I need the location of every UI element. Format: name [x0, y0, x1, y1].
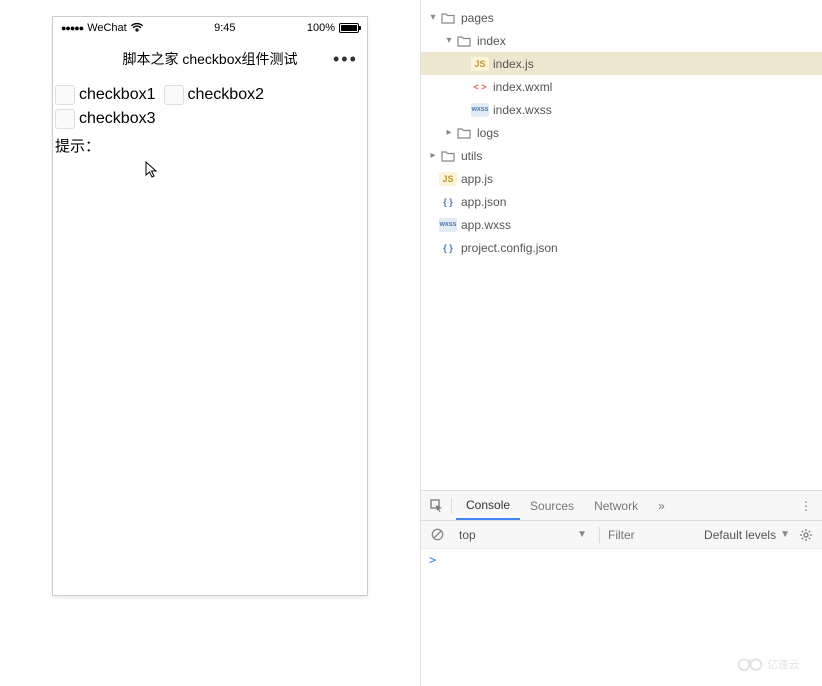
log-levels-label: Default levels [704, 528, 776, 542]
signal-dots-icon [61, 22, 83, 34]
checkbox-box[interactable] [164, 85, 184, 105]
json-icon: { } [439, 241, 457, 255]
folder-icon [439, 11, 457, 25]
filter-input[interactable] [606, 527, 698, 543]
folder-icon [455, 126, 473, 140]
svg-text:亿速云: 亿速云 [767, 658, 799, 671]
checkbox-label: checkbox1 [79, 86, 156, 104]
battery-icon [339, 23, 359, 33]
chevron-down-icon: ▼ [577, 529, 587, 540]
tree-file[interactable]: { } project.config.json [421, 236, 822, 259]
status-bar-right: 100% [307, 22, 359, 34]
tree-file[interactable]: JS index.js [421, 52, 822, 75]
wxss-icon: wxss [439, 218, 457, 232]
chevron-down-icon[interactable]: ▾ [443, 35, 455, 46]
chevron-down-icon: ▼ [780, 529, 790, 540]
app-root: WeChat 9:45 100% 脚本之家 checkbox组件测试 ••• c… [0, 0, 822, 686]
devtools-tab-console[interactable]: Console [456, 491, 520, 520]
tree-folder[interactable]: ▸ logs [421, 121, 822, 144]
checkbox-item[interactable]: checkbox1 [55, 85, 156, 105]
devtools-tabs: ConsoleSourcesNetwork » ⋮ [421, 491, 822, 521]
watermark-logo: 亿速云 [734, 648, 814, 678]
js-icon: JS [439, 172, 457, 186]
nav-more-button[interactable]: ••• [333, 49, 357, 70]
nav-bar: 脚本之家 checkbox组件测试 ••• [53, 37, 367, 81]
checkbox-item[interactable]: checkbox3 [55, 109, 156, 129]
simulator-device: WeChat 9:45 100% 脚本之家 checkbox组件测试 ••• c… [52, 16, 368, 596]
context-select-value: top [459, 528, 476, 542]
status-bar-left: WeChat [61, 22, 143, 35]
divider [451, 498, 452, 514]
inspect-icon[interactable] [427, 499, 447, 513]
tree-file[interactable]: { } app.json [421, 190, 822, 213]
devtools-tab-network[interactable]: Network [584, 491, 648, 520]
file-name: app.json [461, 195, 506, 209]
checkbox-group: checkbox1 checkbox2 checkbox3 [55, 85, 365, 133]
console-toolbar: top ▼ Default levels ▼ [421, 521, 822, 549]
status-bar: WeChat 9:45 100% [53, 17, 367, 37]
file-name: index.wxml [493, 80, 552, 94]
tree-file[interactable]: JS app.js [421, 167, 822, 190]
file-name: project.config.json [461, 241, 558, 255]
checkbox-box[interactable] [55, 109, 75, 129]
file-name: logs [477, 126, 499, 140]
status-bar-time: 9:45 [143, 22, 307, 34]
checkbox-label: checkbox2 [188, 86, 265, 104]
checkbox-item[interactable]: checkbox2 [164, 85, 265, 105]
checkbox-label: checkbox3 [79, 110, 156, 128]
chevron-right-icon[interactable]: ▸ [443, 127, 455, 138]
wifi-icon [131, 22, 143, 35]
simulator-column: WeChat 9:45 100% 脚本之家 checkbox组件测试 ••• c… [0, 0, 420, 686]
json-icon: { } [439, 195, 457, 209]
settings-gear-icon[interactable] [796, 528, 816, 542]
file-name: index.wxss [493, 103, 552, 117]
checkbox-box[interactable] [55, 85, 75, 105]
js-icon: JS [471, 57, 489, 71]
log-levels-select[interactable]: Default levels ▼ [704, 528, 790, 542]
file-name: utils [461, 149, 482, 163]
tree-file[interactable]: wxss index.wxss [421, 98, 822, 121]
devtools-more-icon[interactable]: ⋮ [796, 499, 816, 513]
clear-console-icon[interactable] [427, 528, 447, 541]
cursor-icon [145, 161, 159, 182]
file-name: index.js [493, 57, 534, 71]
nav-title: 脚本之家 checkbox组件测试 [87, 49, 333, 69]
tip-label: 提示： [55, 135, 365, 156]
ide-column: ▾pages▾indexJSindex.js< >index.wxmlwxssi… [420, 0, 822, 686]
folder-icon [439, 149, 457, 163]
tree-folder[interactable]: ▸ utils [421, 144, 822, 167]
page-content: checkbox1 checkbox2 checkbox3 提示： [53, 81, 367, 595]
tree-folder[interactable]: ▾ pages [421, 6, 822, 29]
tree-folder[interactable]: ▾ index [421, 29, 822, 52]
chevron-down-icon[interactable]: ▾ [427, 12, 439, 23]
divider [599, 527, 600, 543]
file-name: app.wxss [461, 218, 511, 232]
file-name: app.js [461, 172, 493, 186]
wxss-icon: wxss [471, 103, 489, 117]
filter-field[interactable] [606, 527, 698, 543]
folder-icon [455, 34, 473, 48]
tree-file[interactable]: wxss app.wxss [421, 213, 822, 236]
devtools-tab-sources[interactable]: Sources [520, 491, 584, 520]
wxml-icon: < > [471, 80, 489, 94]
file-tree[interactable]: ▾pages▾indexJSindex.js< >index.wxmlwxssi… [421, 0, 822, 490]
tree-file[interactable]: < > index.wxml [421, 75, 822, 98]
battery-percent: 100% [307, 22, 335, 34]
context-select[interactable]: top ▼ [453, 528, 593, 542]
carrier-label: WeChat [87, 22, 127, 34]
file-name: pages [461, 11, 494, 25]
console-prompt: > [429, 553, 436, 567]
file-name: index [477, 34, 506, 48]
devtools-tabs-overflow[interactable]: » [648, 491, 675, 520]
chevron-right-icon[interactable]: ▸ [427, 150, 439, 161]
